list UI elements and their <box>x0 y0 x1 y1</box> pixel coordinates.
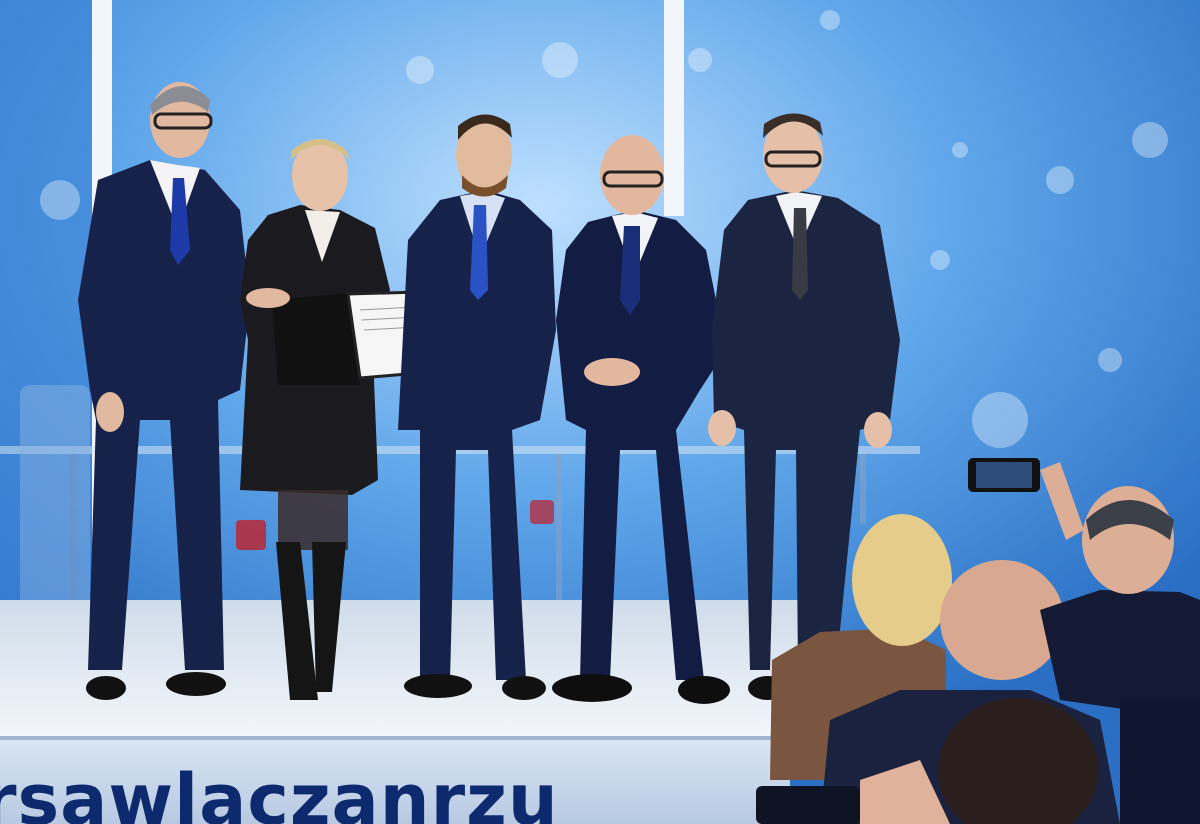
light-strip-center <box>664 0 684 216</box>
event-photo: rsawlaczanrzu <box>0 0 1200 824</box>
phone-foreground <box>756 786 860 824</box>
stage-banner-text: rsawlaczanrzu <box>0 759 559 824</box>
photo-scene <box>0 0 1200 824</box>
audience-right-shoulder <box>1120 700 1200 824</box>
stage-edge <box>0 736 790 740</box>
